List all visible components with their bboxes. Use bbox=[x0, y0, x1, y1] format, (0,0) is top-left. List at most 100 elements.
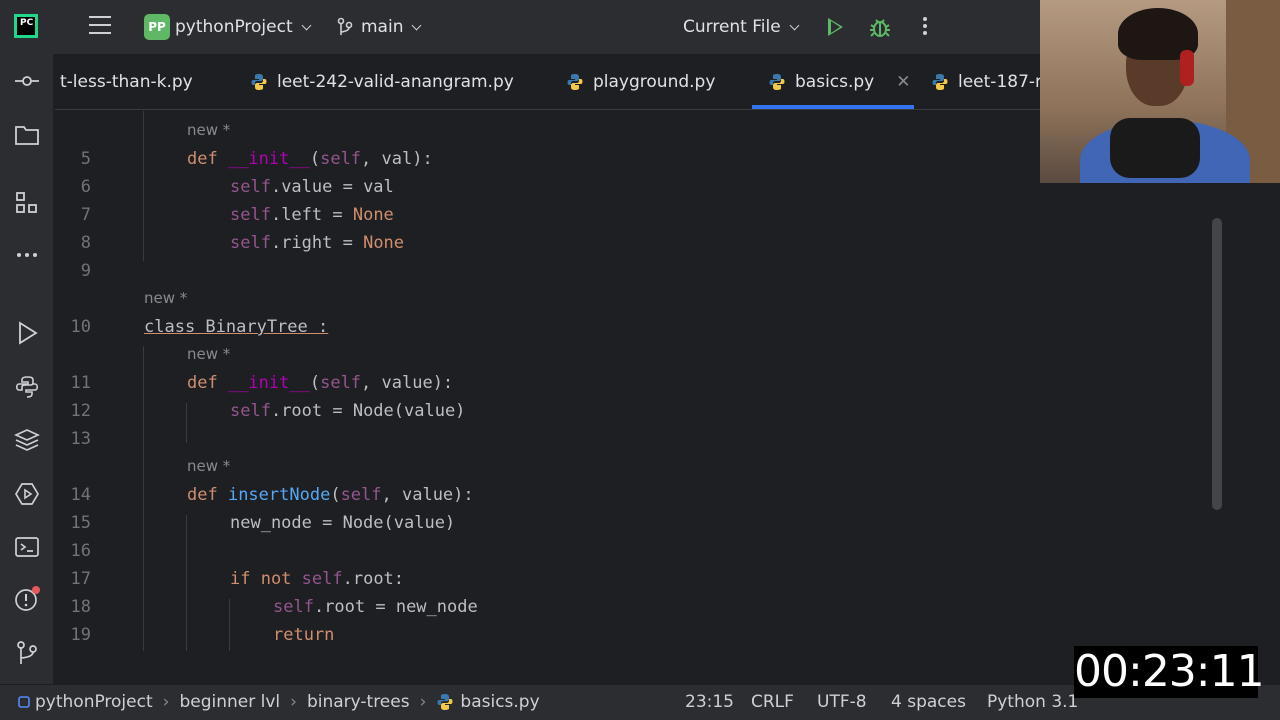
project-selector[interactable]: pythonProject bbox=[175, 0, 312, 54]
project-folder-icon[interactable] bbox=[14, 122, 40, 148]
more-tools-icon[interactable] bbox=[14, 242, 40, 268]
code-line[interactable]: 7 self.left = None bbox=[55, 201, 1225, 229]
code-token: ( bbox=[309, 373, 321, 393]
code-token: def bbox=[187, 485, 228, 505]
tab-label: leet-187-r bbox=[958, 72, 1040, 92]
author-inlay-hint[interactable]: new * bbox=[187, 121, 230, 139]
line-number: 8 bbox=[80, 233, 91, 253]
git-icon[interactable] bbox=[14, 640, 40, 666]
tab-leet-187[interactable]: leet-187-r bbox=[931, 54, 1040, 109]
python-packages-icon[interactable] bbox=[13, 427, 41, 453]
code-text: def insertNode(self, value): bbox=[187, 481, 474, 509]
breadcrumb-file[interactable]: basics.py bbox=[460, 692, 539, 712]
line-number: 7 bbox=[80, 205, 91, 225]
code-token: self bbox=[230, 205, 271, 225]
code-token: self bbox=[301, 569, 343, 589]
author-inlay-hint[interactable]: new * bbox=[187, 457, 230, 475]
breadcrumb-separator-icon: › bbox=[162, 692, 170, 712]
line-number: 10 bbox=[70, 317, 91, 337]
python-interpreter[interactable]: Python 3.1 bbox=[987, 685, 1078, 719]
code-line[interactable]: 16 bbox=[55, 537, 1225, 565]
code-line[interactable]: 12 self.root = Node(value) bbox=[55, 397, 1225, 425]
code-text: def __init__(self, value): bbox=[187, 369, 453, 397]
project-name: pythonProject bbox=[175, 17, 293, 37]
code-token: self bbox=[230, 401, 271, 421]
problems-icon[interactable] bbox=[14, 586, 40, 612]
tab-label: basics.py bbox=[795, 72, 875, 92]
line-ending[interactable]: CRLF bbox=[751, 685, 794, 719]
run-icon[interactable] bbox=[828, 18, 843, 36]
caret-position[interactable]: 23:15 bbox=[685, 685, 734, 719]
code-token: new_node = Node(value) bbox=[230, 513, 456, 533]
indent-setting[interactable]: 4 spaces bbox=[891, 685, 966, 719]
code-line[interactable]: 18 self.root = new_node bbox=[55, 593, 1225, 621]
python-file-icon bbox=[567, 74, 583, 90]
code-token: insertNode bbox=[227, 485, 331, 505]
chevron-down-icon bbox=[789, 20, 800, 30]
code-line[interactable]: 14 def insertNode(self, value): bbox=[55, 481, 1225, 509]
more-actions-icon[interactable] bbox=[923, 17, 927, 38]
code-line[interactable]: 10 class BinaryTree : bbox=[55, 313, 1225, 341]
code-text: class BinaryTree : bbox=[144, 313, 328, 341]
line-number: 9 bbox=[80, 261, 91, 281]
code-text: return bbox=[273, 621, 334, 649]
structure-icon[interactable] bbox=[14, 190, 40, 216]
code-line[interactable]: 11 def __init__(self, value): bbox=[55, 369, 1225, 397]
tab-less-than-k[interactable]: t-less-than-k.py bbox=[60, 54, 193, 109]
file-encoding[interactable]: UTF-8 bbox=[817, 685, 867, 719]
code-token: self bbox=[273, 597, 314, 617]
terminal-icon[interactable] bbox=[14, 534, 40, 560]
tab-leet-242[interactable]: leet-242-valid-anangram.py bbox=[250, 54, 514, 109]
code-token: self bbox=[320, 373, 362, 393]
git-branch-icon bbox=[337, 17, 353, 35]
code-line[interactable]: 15 new_node = Node(value) bbox=[55, 509, 1225, 537]
code-token: , value): bbox=[361, 373, 454, 393]
commit-icon[interactable] bbox=[14, 68, 40, 94]
code-line[interactable]: 19 return bbox=[55, 621, 1225, 649]
code-token: None bbox=[352, 205, 394, 225]
line-number: 17 bbox=[70, 569, 91, 589]
code-line[interactable]: 13 bbox=[55, 425, 1225, 453]
line-number: 18 bbox=[70, 597, 91, 617]
line-number: 5 bbox=[80, 149, 91, 169]
author-inlay-hint[interactable]: new * bbox=[187, 345, 230, 363]
branch-name: main bbox=[361, 17, 404, 37]
tab-label: leet-242-valid-anangram.py bbox=[277, 72, 514, 92]
services-icon[interactable] bbox=[14, 481, 40, 507]
code-token: self bbox=[340, 485, 382, 505]
code-text: self.value = val bbox=[230, 173, 394, 201]
code-line[interactable]: 8 self.right = None bbox=[55, 229, 1225, 257]
active-tab-indicator bbox=[752, 105, 914, 109]
tab-label: playground.py bbox=[593, 72, 716, 92]
breadcrumb-project[interactable]: pythonProject bbox=[35, 692, 153, 712]
code-line[interactable]: 17 if not self.root: bbox=[55, 565, 1225, 593]
breadcrumb-separator-icon: › bbox=[290, 692, 297, 712]
debug-bug-icon[interactable] bbox=[869, 15, 891, 39]
run-config-selector[interactable]: Current File bbox=[683, 0, 800, 54]
microphone-icon bbox=[1110, 118, 1200, 178]
main-menu-icon[interactable] bbox=[89, 16, 111, 36]
editor-tab-bar: t-less-than-k.py leet-242-valid-anangram… bbox=[55, 54, 1040, 110]
close-icon[interactable]: ✕ bbox=[896, 72, 910, 92]
branch-selector[interactable]: main bbox=[336, 0, 422, 54]
project-badge[interactable]: PP bbox=[144, 14, 170, 40]
code-token: def bbox=[187, 373, 228, 393]
author-inlay-hint[interactable]: new * bbox=[144, 289, 187, 307]
code-line[interactable]: 9 bbox=[55, 257, 1225, 285]
tab-playground[interactable]: playground.py bbox=[566, 54, 716, 109]
editor-scrollbar[interactable] bbox=[1212, 218, 1222, 510]
run-tool-icon[interactable] bbox=[14, 320, 40, 346]
tab-label: t-less-than-k.py bbox=[60, 72, 193, 92]
line-number: 13 bbox=[70, 429, 91, 449]
line-number: 19 bbox=[70, 625, 91, 645]
webcam-overlay bbox=[1040, 0, 1280, 183]
line-number: 6 bbox=[80, 177, 91, 197]
tab-basics[interactable]: basics.py ✕ bbox=[768, 54, 911, 109]
code-token: return bbox=[273, 625, 335, 645]
breadcrumb-subfolder[interactable]: binary-trees bbox=[307, 692, 410, 712]
code-editor[interactable]: 5 def __init__(self, val): 6 self.value = v… bbox=[55, 111, 1225, 651]
code-token: .root: bbox=[342, 569, 405, 589]
breadcrumb-folder[interactable]: beginner lvl bbox=[179, 692, 280, 712]
python-console-icon[interactable] bbox=[14, 374, 40, 400]
code-token: ( bbox=[330, 485, 341, 505]
